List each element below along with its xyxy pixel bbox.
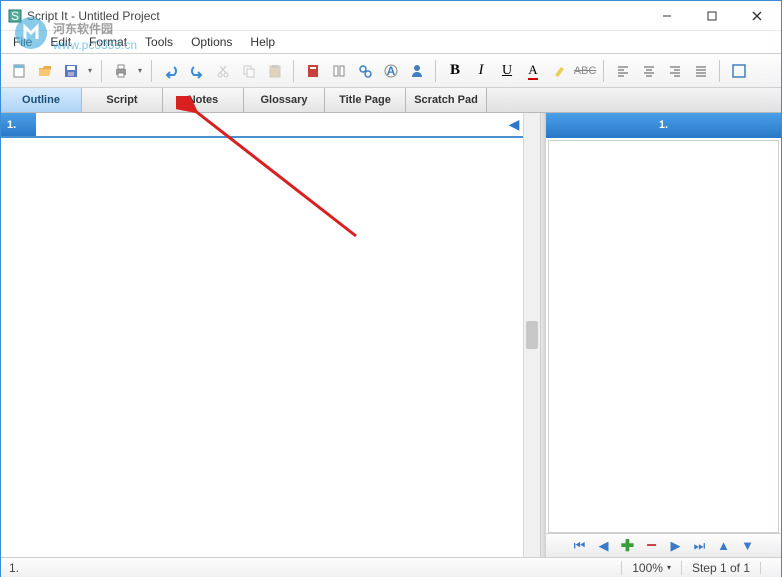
toolbar: ▾ ▾ A B I U A ABC — [1, 53, 781, 88]
nav-first-button[interactable]: ⏮ — [571, 537, 589, 555]
titlebar: S Script It - Untitled Project — [1, 1, 781, 31]
replace-button[interactable]: A — [379, 59, 403, 83]
menu-help[interactable]: Help — [242, 33, 283, 51]
strikethrough-button[interactable]: ABC — [573, 59, 597, 83]
thesaurus-button[interactable] — [327, 59, 351, 83]
tab-script[interactable]: Script — [82, 88, 163, 112]
menu-format[interactable]: Format — [81, 33, 135, 51]
characters-button[interactable] — [405, 59, 429, 83]
nav-remove-button[interactable]: − — [643, 537, 661, 555]
nav-last-button[interactable]: ⏭ — [691, 537, 709, 555]
collapse-arrow-icon[interactable]: ◀ — [505, 113, 523, 136]
tabs: Outline Script Notes Glossary Title Page… — [1, 88, 781, 113]
resize-grip[interactable] — [760, 562, 781, 574]
svg-text:S: S — [11, 9, 19, 23]
menu-options[interactable]: Options — [183, 33, 240, 51]
tab-scratch-pad[interactable]: Scratch Pad — [406, 88, 487, 112]
align-left-button[interactable] — [611, 59, 635, 83]
tab-outline[interactable]: Outline — [1, 88, 82, 112]
status-line: 1. — [1, 561, 621, 575]
statusbar: 1. 100%▾ Step 1 of 1 — [1, 557, 781, 577]
nav-prev-button[interactable]: ◀ — [595, 537, 613, 555]
workspace: 1. ◀ 1. ⏮ ◀ ✚ − ▶ ⏭ ▲ ▼ — [1, 113, 781, 557]
tab-notes[interactable]: Notes — [163, 88, 244, 112]
preview-body — [548, 140, 779, 533]
fullscreen-button[interactable] — [727, 59, 751, 83]
minimize-button[interactable] — [644, 2, 689, 30]
redo-button[interactable] — [185, 59, 209, 83]
new-button[interactable] — [7, 59, 31, 83]
italic-button[interactable]: I — [469, 59, 493, 83]
find-button[interactable] — [353, 59, 377, 83]
preview-header: 1. — [546, 113, 781, 138]
vertical-scrollbar[interactable] — [523, 113, 540, 557]
nav-next-button[interactable]: ▶ — [667, 537, 685, 555]
menu-edit[interactable]: Edit — [42, 33, 79, 51]
tab-title-page[interactable]: Title Page — [325, 88, 406, 112]
align-justify-button[interactable] — [689, 59, 713, 83]
highlight-button[interactable] — [547, 59, 571, 83]
tab-glossary[interactable]: Glossary — [244, 88, 325, 112]
undo-button[interactable] — [159, 59, 183, 83]
underline-button[interactable]: U — [495, 59, 519, 83]
nav-up-button[interactable]: ▲ — [715, 537, 733, 555]
menu-file[interactable]: File — [5, 33, 40, 51]
outline-pane: 1. ◀ — [1, 113, 541, 557]
bold-button[interactable]: B — [443, 59, 467, 83]
preview-nav: ⏮ ◀ ✚ − ▶ ⏭ ▲ ▼ — [546, 533, 781, 557]
status-zoom[interactable]: 100%▾ — [621, 561, 681, 575]
outline-body[interactable] — [1, 138, 523, 557]
window-title: Script It - Untitled Project — [27, 9, 644, 23]
save-button[interactable] — [59, 59, 83, 83]
maximize-button[interactable] — [689, 2, 734, 30]
cut-button[interactable] — [211, 59, 235, 83]
paste-button[interactable] — [263, 59, 287, 83]
open-button[interactable] — [33, 59, 57, 83]
dictionary-button[interactable] — [301, 59, 325, 83]
align-center-button[interactable] — [637, 59, 661, 83]
close-button[interactable] — [734, 2, 779, 30]
row-content[interactable] — [36, 113, 505, 136]
print-button[interactable] — [109, 59, 133, 83]
menu-tools[interactable]: Tools — [137, 33, 181, 51]
print-dropdown[interactable]: ▾ — [135, 59, 145, 83]
preview-pane: 1. ⏮ ◀ ✚ − ▶ ⏭ ▲ ▼ — [546, 113, 781, 557]
nav-add-button[interactable]: ✚ — [619, 537, 637, 555]
app-icon: S — [7, 8, 23, 24]
align-right-button[interactable] — [663, 59, 687, 83]
font-color-button[interactable]: A — [521, 59, 545, 83]
outline-row[interactable]: 1. ◀ — [1, 113, 523, 138]
copy-button[interactable] — [237, 59, 261, 83]
row-number: 1. — [1, 113, 36, 136]
nav-down-button[interactable]: ▼ — [739, 537, 757, 555]
save-dropdown[interactable]: ▾ — [85, 59, 95, 83]
status-step: Step 1 of 1 — [681, 561, 760, 575]
menubar: File Edit Format Tools Options Help — [1, 31, 781, 53]
